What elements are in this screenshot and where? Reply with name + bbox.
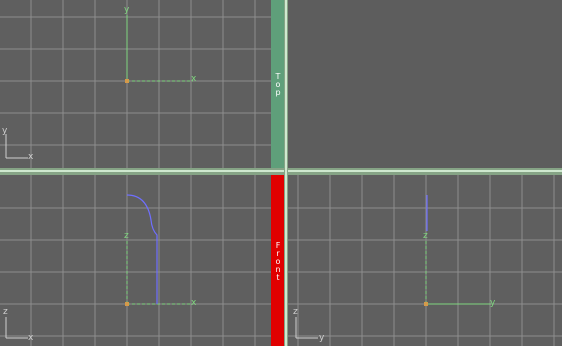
left-z-label: z — [423, 231, 428, 241]
axis-triad-icon — [295, 317, 318, 339]
viewport-perspective[interactable] — [288, 0, 562, 168]
axis-triad-icon — [5, 134, 28, 159]
viewport-tab-top[interactable]: Top — [271, 0, 284, 168]
triad-x-label: x — [28, 333, 34, 343]
viewport-top[interactable]: y x y x — [0, 0, 271, 168]
viewport-tab-front[interactable]: Front — [271, 175, 284, 346]
triad-y-label: y — [319, 333, 325, 343]
axis-triad-icon — [5, 317, 28, 339]
triad-y-label: y — [2, 126, 8, 136]
viewport-divider-horizontal[interactable] — [0, 168, 562, 175]
viewport-label-top: Top — [273, 72, 283, 96]
front-x-label: x — [191, 298, 197, 308]
viewport-front[interactable]: z x z x — [0, 175, 271, 346]
top-x-label: x — [191, 74, 197, 84]
profile-shape[interactable] — [126, 194, 158, 304]
viewport-label-front: Front — [273, 240, 283, 281]
triad-x-label: x — [28, 152, 34, 162]
top-y-label: y — [124, 5, 130, 15]
viewport-left[interactable]: z y z y — [288, 175, 562, 346]
left-y-label: y — [490, 298, 496, 308]
triad-z-label: z — [293, 307, 298, 317]
triad-z-label: z — [3, 307, 8, 317]
front-z-label: z — [124, 231, 129, 241]
